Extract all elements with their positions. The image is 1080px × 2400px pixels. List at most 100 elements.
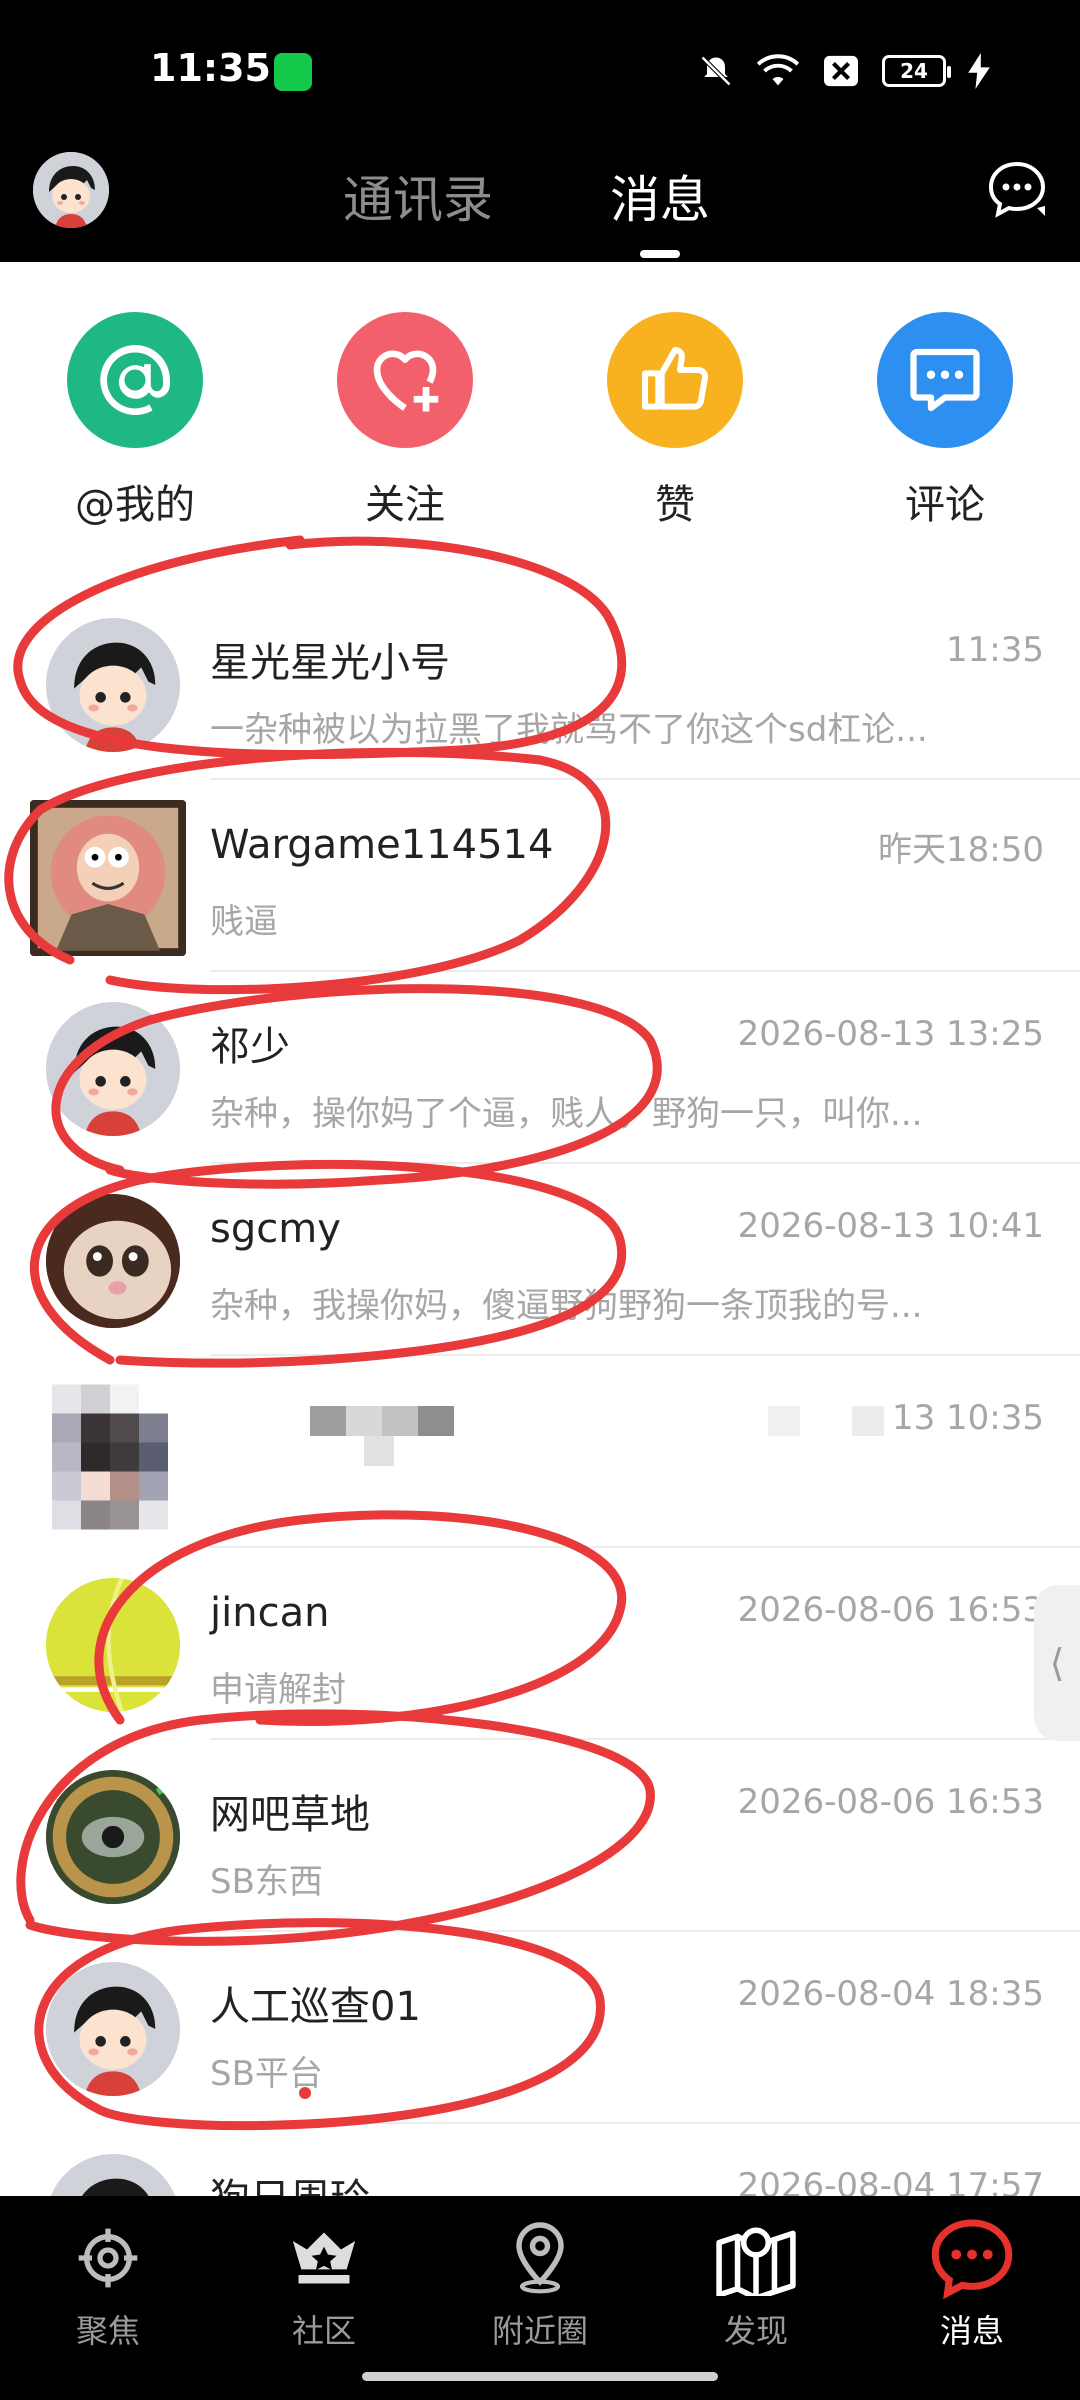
contact-name: jincan	[210, 1590, 330, 1636]
wifi-icon	[756, 54, 800, 86]
nav-focus[interactable]: 聚焦	[28, 2216, 188, 2352]
avatar	[52, 1384, 168, 1530]
tab-contacts[interactable]: 通讯录	[343, 160, 493, 232]
user-avatar[interactable]	[33, 152, 109, 228]
conversation-row[interactable]: 人工巡查01 2026-08-04 18:35 SB平台	[0, 1932, 1080, 2124]
comment-icon	[877, 312, 1013, 448]
location-pin-icon	[460, 2216, 620, 2300]
contact-name: 人工巡查01	[210, 1984, 421, 2030]
nav-community[interactable]: 社区	[244, 2216, 404, 2352]
bottom-navigation: 聚焦 社区 附近圈 发现 消息	[0, 2196, 1080, 2400]
battery-indicator: 24	[882, 55, 951, 87]
quick-action-label: 赞	[655, 482, 695, 528]
avatar	[46, 618, 180, 752]
message-time: 2026-08-06 16:53	[737, 1782, 1044, 1822]
chevron-left-icon: ⟨	[1049, 1641, 1065, 1685]
message-time: 2026-08-04 18:35	[737, 1974, 1044, 2014]
quick-action-label: 评论	[905, 482, 985, 528]
chat-bubble-icon	[988, 161, 1046, 218]
avatar	[46, 1962, 180, 2096]
screen: 11:35 24 通讯录 消息 @我的 关注 赞 评论 星光星光小号 11:35…	[0, 0, 1080, 2400]
status-icons: 24	[698, 50, 990, 92]
message-preview: 杂种，我操你妈，傻逼野狗野狗一条顶我的号...	[210, 1286, 923, 1326]
pixelated-name	[310, 1406, 454, 1466]
charging-icon	[968, 53, 990, 89]
app-notification-icon	[274, 53, 312, 91]
quick-action-at-me[interactable]: @我的	[35, 312, 235, 530]
conversation-row[interactable]: jincan 2026-08-06 16:53 申请解封	[0, 1548, 1080, 1740]
nav-discover[interactable]: 发现	[676, 2216, 836, 2352]
conversation-row[interactable]: sgcmy 2026-08-13 10:41 杂种，我操你妈，傻逼野狗野狗一条顶…	[0, 1164, 1080, 1356]
top-header: 通讯录 消息	[0, 140, 1080, 262]
heart-plus-icon	[337, 312, 473, 448]
message-preview: 一杂种被以为拉黑了我就骂不了你这个sd杠论...	[210, 710, 928, 750]
avatar	[46, 1002, 180, 1136]
cartoon-avatar-icon	[33, 152, 109, 228]
message-time: 2026-08-13 10:41	[737, 1206, 1044, 1246]
message-icon	[892, 2216, 1052, 2300]
message-time: 昨天18:50	[878, 830, 1044, 870]
avatar	[46, 1578, 180, 1712]
conversation-list: 星光星光小号 11:35 一杂种被以为拉黑了我就骂不了你这个sd杠论... Wa…	[0, 588, 1080, 2316]
status-bar: 11:35 24	[0, 0, 1080, 140]
message-preview: 杂种，操你妈了个逼，贱人，野狗一只，叫你...	[210, 1094, 923, 1134]
cartoon-avatar-icon	[46, 1002, 180, 1136]
contact-name: Wargame114514	[210, 822, 554, 868]
message-preview: 申请解封	[210, 1670, 346, 1710]
cartoon-avatar-icon	[46, 618, 180, 752]
quick-action-like[interactable]: 赞	[575, 312, 775, 530]
message-time: 2026-08-06 16:53	[737, 1590, 1044, 1630]
conversation-row[interactable]: 13 10:35	[0, 1356, 1080, 1548]
cartoon-avatar-icon	[46, 1962, 180, 2096]
contact-name: sgcmy	[210, 1206, 341, 1252]
conversation-row[interactable]: Wargame114514 昨天18:50 贱逼	[0, 780, 1080, 972]
map-icon	[676, 2216, 836, 2300]
tab-messages[interactable]: 消息	[610, 160, 710, 232]
status-time: 11:35	[150, 46, 271, 90]
home-indicator[interactable]	[362, 2372, 718, 2381]
active-tab-indicator	[640, 250, 680, 258]
pixelated-time-block	[852, 1406, 884, 1436]
message-time: 11:35	[946, 630, 1044, 670]
nav-label: 消息	[939, 2312, 1004, 2350]
side-drawer-handle[interactable]: ⟨	[1034, 1585, 1080, 1741]
nav-label: 发现	[723, 2312, 788, 2350]
pixelated-avatar-icon	[52, 1384, 168, 1530]
at-icon	[67, 312, 203, 448]
nav-label: 聚焦	[75, 2312, 140, 2350]
message-time: 13 10:35	[891, 1398, 1044, 1438]
community-icon	[244, 2216, 404, 2300]
quick-action-follow[interactable]: 关注	[305, 312, 505, 530]
conversation-row[interactable]: 星光星光小号 11:35 一杂种被以为拉黑了我就骂不了你这个sd杠论...	[0, 588, 1080, 780]
message-preview: 贱逼	[210, 902, 278, 942]
battery-level: 24	[900, 59, 928, 83]
new-chat-button[interactable]	[985, 158, 1049, 226]
focus-icon	[28, 2216, 188, 2300]
nav-nearby[interactable]: 附近圈	[460, 2216, 620, 2352]
sim-x-icon	[824, 55, 858, 87]
message-time: 2026-08-13 13:25	[737, 1014, 1044, 1054]
avatar	[46, 1194, 180, 1328]
thumbs-up-icon	[607, 312, 743, 448]
message-preview: SB平台	[210, 2054, 323, 2094]
contact-name: 网吧草地	[210, 1792, 370, 1838]
conversation-row[interactable]: 祁少 2026-08-13 13:25 杂种，操你妈了个逼，贱人，野狗一只，叫你…	[0, 972, 1080, 1164]
nav-label: 社区	[291, 2312, 356, 2350]
cartoon-character-avatar-icon	[30, 800, 186, 956]
eye-emblem-avatar-icon	[46, 1770, 180, 1904]
nav-label: 附近圈	[491, 2312, 588, 2350]
contact-name: 星光星光小号	[210, 640, 450, 686]
mute-bell-icon	[700, 55, 732, 87]
quick-action-label: 关注	[365, 482, 445, 528]
conversation-row[interactable]: 网吧草地 2026-08-06 16:53 SB东西	[0, 1740, 1080, 1932]
quick-action-label: @我的	[75, 482, 195, 528]
quick-action-comment[interactable]: 评论	[845, 312, 1045, 530]
nav-messages[interactable]: 消息	[892, 2216, 1052, 2352]
message-preview: SB东西	[210, 1862, 323, 1902]
tennis-ball-avatar-icon	[46, 1578, 180, 1712]
avatar	[30, 800, 186, 956]
avatar	[46, 1770, 180, 1904]
pixelated-time-block	[768, 1406, 800, 1436]
contact-name: 祁少	[210, 1024, 290, 1070]
quick-actions: @我的 关注 赞 评论	[0, 262, 1080, 582]
